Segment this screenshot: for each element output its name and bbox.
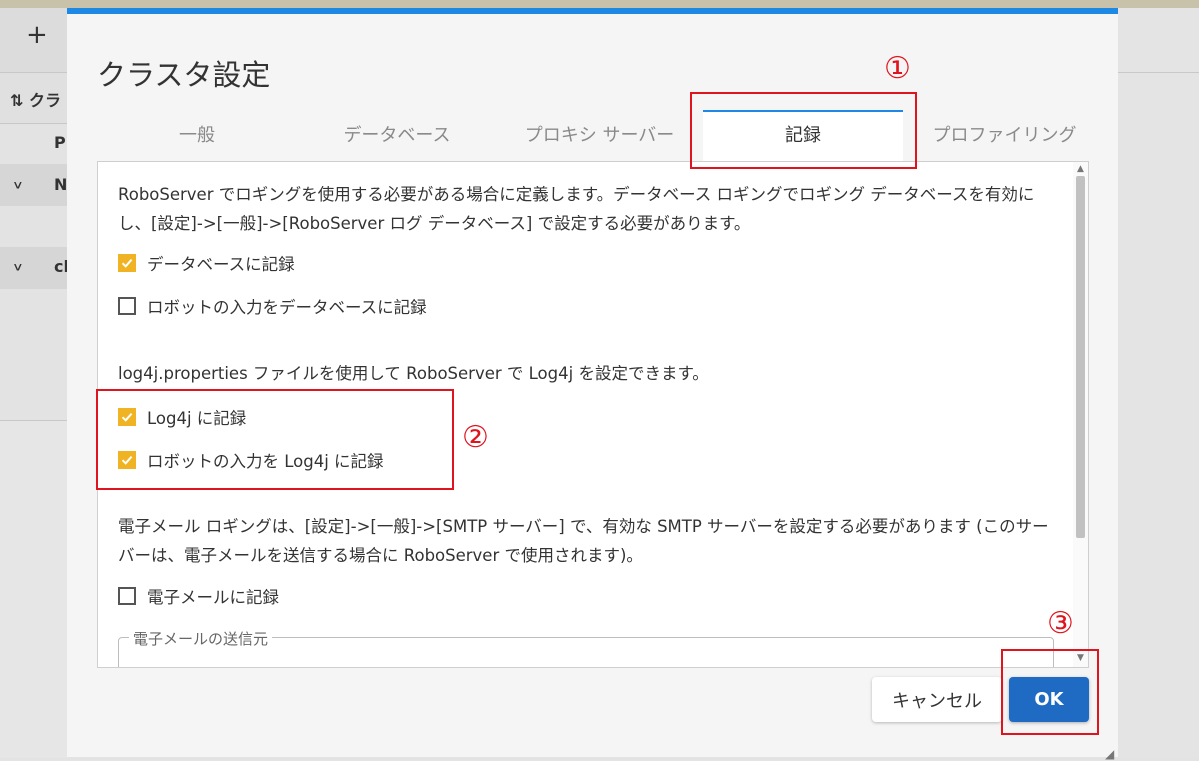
log-robot-input-to-database-checkbox[interactable]: ロボットの入力をデータベースに記録 xyxy=(118,294,427,318)
scroll-up-icon[interactable]: ▲ xyxy=(1077,164,1084,174)
annotation-box xyxy=(690,92,917,169)
cancel-button[interactable]: キャンセル xyxy=(872,677,1002,722)
chevron-down-icon[interactable]: ∨ xyxy=(12,178,24,191)
divider xyxy=(1118,72,1199,73)
scrollbar-thumb[interactable] xyxy=(1076,176,1085,538)
tab-database[interactable]: データベース xyxy=(317,110,477,162)
checkbox-unchecked-icon[interactable] xyxy=(118,587,136,605)
checkbox-label: ロボットの入力をデータベースに記録 xyxy=(147,298,427,317)
checkbox-unchecked-icon[interactable] xyxy=(118,297,136,315)
log-to-database-checkbox[interactable]: データベースに記録 xyxy=(118,251,295,275)
background-lower-panel xyxy=(0,420,68,758)
annotation-number: ① xyxy=(884,51,911,86)
email-from-field[interactable]: 電子メールの送信元 xyxy=(118,628,1054,667)
tab-profiling[interactable]: プロファイリング xyxy=(927,110,1082,162)
tab-general[interactable]: 一般 xyxy=(147,110,247,162)
cluster-settings-dialog: クラスタ設定 一般 データベース プロキシ サーバー 記録 プロファイリング R… xyxy=(67,8,1118,761)
background-row-label: N xyxy=(54,175,68,194)
add-icon[interactable]: + xyxy=(26,20,48,50)
annotation-number: ③ xyxy=(1047,606,1074,641)
dialog-title: クラスタ設定 xyxy=(97,58,271,92)
email-from-label: 電子メールの送信元 xyxy=(129,628,273,649)
background-header-text: ⇅ クラ xyxy=(10,91,61,110)
chevron-down-icon[interactable]: ∨ xyxy=(12,260,24,273)
database-logging-description: RoboServer でロギングを使用する必要がある場合に定義します。データベー… xyxy=(118,185,1035,233)
app-top-bar xyxy=(0,0,1199,8)
annotation-box xyxy=(96,389,454,490)
email-logging-description: 電子メール ロギングは、[設定]->[一般]->[SMTP サーバー] で、有効… xyxy=(118,517,1049,565)
log-to-email-checkbox[interactable]: 電子メールに記録 xyxy=(118,584,279,608)
log4j-description: log4j.properties ファイルを使用して RoboServer で … xyxy=(118,364,709,383)
annotation-number: ② xyxy=(462,420,489,455)
annotation-box xyxy=(1001,649,1099,735)
background-right-panel xyxy=(1118,8,1199,757)
checkbox-label: データベースに記録 xyxy=(147,255,295,274)
tab-proxy-server[interactable]: プロキシ サーバー xyxy=(517,110,682,162)
checkbox-checked-icon[interactable] xyxy=(118,254,136,272)
checkbox-label: 電子メールに記録 xyxy=(147,588,279,607)
resize-grip-icon[interactable]: ◢ xyxy=(1105,747,1114,761)
